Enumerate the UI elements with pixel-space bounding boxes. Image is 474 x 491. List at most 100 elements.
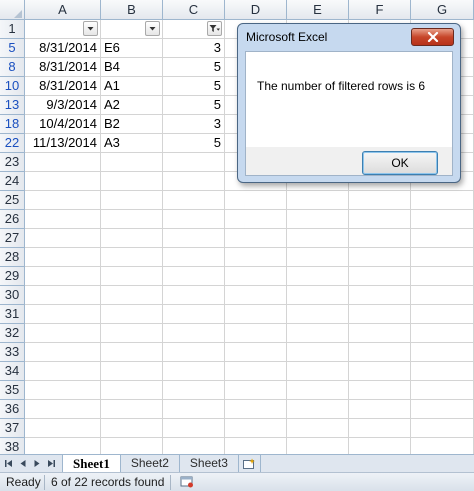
empty-cell[interactable] <box>163 191 225 209</box>
value-cell[interactable]: 3 <box>163 115 225 133</box>
empty-cell[interactable] <box>225 343 287 361</box>
row-header[interactable]: 22 <box>0 134 25 153</box>
empty-cell[interactable] <box>225 438 287 454</box>
empty-cell[interactable] <box>25 286 101 304</box>
empty-cell[interactable] <box>349 438 411 454</box>
empty-cell[interactable] <box>411 362 474 380</box>
empty-cell[interactable] <box>411 419 474 437</box>
empty-cell[interactable] <box>411 267 474 285</box>
empty-cell[interactable] <box>411 229 474 247</box>
dropdown-arrow-icon[interactable] <box>145 21 160 36</box>
column-header-a[interactable]: A <box>25 0 101 20</box>
row-header[interactable]: 10 <box>0 77 25 96</box>
empty-cell[interactable] <box>101 229 163 247</box>
row-header[interactable]: 26 <box>0 210 25 229</box>
empty-cell[interactable] <box>163 362 225 380</box>
column-header-g[interactable]: G <box>411 0 474 20</box>
row-header[interactable]: 13 <box>0 96 25 115</box>
row-header[interactable]: 34 <box>0 362 25 381</box>
empty-cell[interactable] <box>225 362 287 380</box>
dropdown-arrow-icon[interactable] <box>83 21 98 36</box>
empty-cell[interactable] <box>163 419 225 437</box>
row-header[interactable]: 36 <box>0 400 25 419</box>
empty-cell[interactable] <box>225 286 287 304</box>
empty-cell[interactable] <box>25 229 101 247</box>
code-cell[interactable]: B4 <box>101 58 163 76</box>
empty-cell[interactable] <box>163 381 225 399</box>
code-cell[interactable]: E6 <box>101 39 163 57</box>
empty-cell[interactable] <box>25 172 101 190</box>
empty-cell[interactable] <box>25 438 101 454</box>
tab-sheet1[interactable]: Sheet1 <box>62 455 121 472</box>
cell-b1[interactable] <box>101 20 163 38</box>
empty-cell[interactable] <box>163 438 225 454</box>
empty-cell[interactable] <box>163 305 225 323</box>
empty-cell[interactable] <box>101 210 163 228</box>
column-header-c[interactable]: C <box>163 0 225 20</box>
empty-cell[interactable] <box>25 419 101 437</box>
row-header[interactable]: 5 <box>0 39 25 58</box>
empty-cell[interactable] <box>411 324 474 342</box>
empty-cell[interactable] <box>225 400 287 418</box>
empty-cell[interactable] <box>349 400 411 418</box>
empty-cell[interactable] <box>287 305 349 323</box>
value-cell[interactable]: 5 <box>163 134 225 152</box>
dialog-close-button[interactable] <box>411 28 454 46</box>
date-cell[interactable]: 9/3/2014 <box>25 96 101 114</box>
empty-cell[interactable] <box>101 153 163 171</box>
row-header[interactable]: 32 <box>0 324 25 343</box>
date-cell[interactable]: 10/4/2014 <box>25 115 101 133</box>
empty-cell[interactable] <box>349 248 411 266</box>
empty-cell[interactable] <box>101 400 163 418</box>
empty-cell[interactable] <box>163 172 225 190</box>
empty-cell[interactable] <box>163 248 225 266</box>
empty-cell[interactable] <box>411 191 474 209</box>
column-header-e[interactable]: E <box>287 0 349 20</box>
empty-cell[interactable] <box>287 248 349 266</box>
empty-cell[interactable] <box>349 305 411 323</box>
empty-cell[interactable] <box>349 286 411 304</box>
empty-cell[interactable] <box>25 362 101 380</box>
empty-cell[interactable] <box>349 343 411 361</box>
empty-cell[interactable] <box>25 400 101 418</box>
empty-cell[interactable] <box>287 229 349 247</box>
empty-cell[interactable] <box>225 305 287 323</box>
empty-cell[interactable] <box>163 343 225 361</box>
empty-cell[interactable] <box>411 381 474 399</box>
empty-cell[interactable] <box>25 248 101 266</box>
macro-record-icon[interactable] <box>179 475 195 489</box>
empty-cell[interactable] <box>101 381 163 399</box>
empty-cell[interactable] <box>287 400 349 418</box>
empty-cell[interactable] <box>287 191 349 209</box>
date-cell[interactable]: 8/31/2014 <box>25 77 101 95</box>
row-header[interactable]: 25 <box>0 191 25 210</box>
empty-cell[interactable] <box>25 324 101 342</box>
empty-cell[interactable] <box>163 286 225 304</box>
empty-cell[interactable] <box>287 343 349 361</box>
empty-cell[interactable] <box>163 400 225 418</box>
empty-cell[interactable] <box>225 229 287 247</box>
empty-cell[interactable] <box>225 267 287 285</box>
empty-cell[interactable] <box>225 381 287 399</box>
row-header[interactable]: 8 <box>0 58 25 77</box>
insert-sheet-button[interactable] <box>239 455 261 472</box>
empty-cell[interactable] <box>25 210 101 228</box>
empty-cell[interactable] <box>101 286 163 304</box>
code-cell[interactable]: A2 <box>101 96 163 114</box>
empty-cell[interactable] <box>163 267 225 285</box>
empty-cell[interactable] <box>101 267 163 285</box>
next-sheet-icon[interactable] <box>31 458 42 470</box>
value-cell[interactable]: 5 <box>163 96 225 114</box>
empty-cell[interactable] <box>349 210 411 228</box>
empty-cell[interactable] <box>25 267 101 285</box>
first-sheet-icon[interactable] <box>3 458 14 470</box>
row-header[interactable]: 23 <box>0 153 25 172</box>
row-header[interactable]: 18 <box>0 115 25 134</box>
date-cell[interactable]: 8/31/2014 <box>25 58 101 76</box>
empty-cell[interactable] <box>349 419 411 437</box>
empty-cell[interactable] <box>287 324 349 342</box>
column-header-d[interactable]: D <box>225 0 287 20</box>
empty-cell[interactable] <box>225 191 287 209</box>
value-cell[interactable]: 3 <box>163 39 225 57</box>
cell-a1[interactable] <box>25 20 101 38</box>
